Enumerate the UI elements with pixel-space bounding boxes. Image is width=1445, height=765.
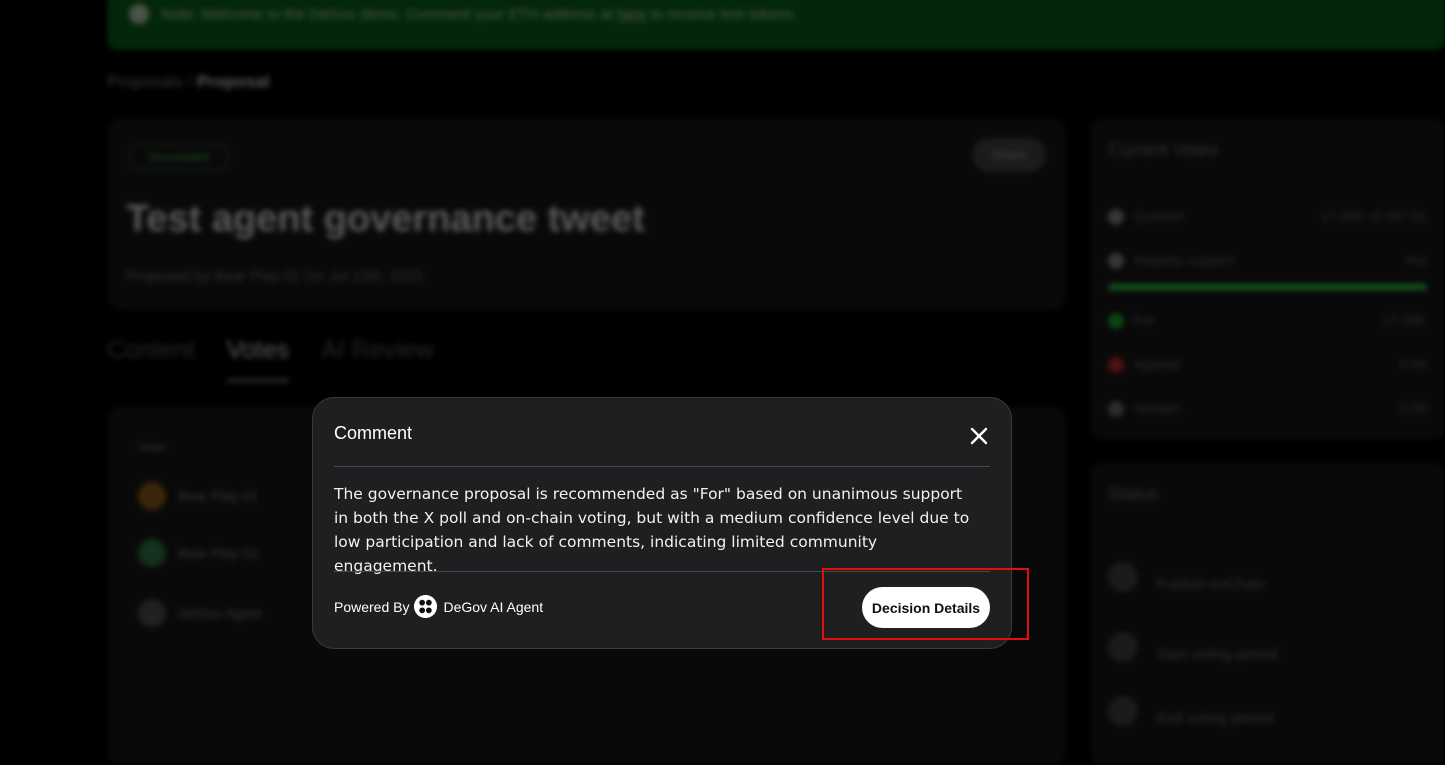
comment-text: The governance proposal is recommended a… bbox=[334, 485, 970, 575]
powered-by-label: Powered By bbox=[334, 598, 410, 615]
modal-title: Comment bbox=[334, 423, 413, 443]
modal-overlay[interactable] bbox=[0, 0, 1445, 765]
degov-logo-icon bbox=[414, 595, 438, 618]
highlight-box bbox=[822, 568, 1029, 640]
close-icon[interactable] bbox=[967, 424, 991, 448]
modal-divider bbox=[334, 466, 990, 467]
agent-name: DeGov AI Agent bbox=[443, 598, 544, 615]
powered-by: Powered By DeGov AI Agent bbox=[334, 595, 543, 618]
